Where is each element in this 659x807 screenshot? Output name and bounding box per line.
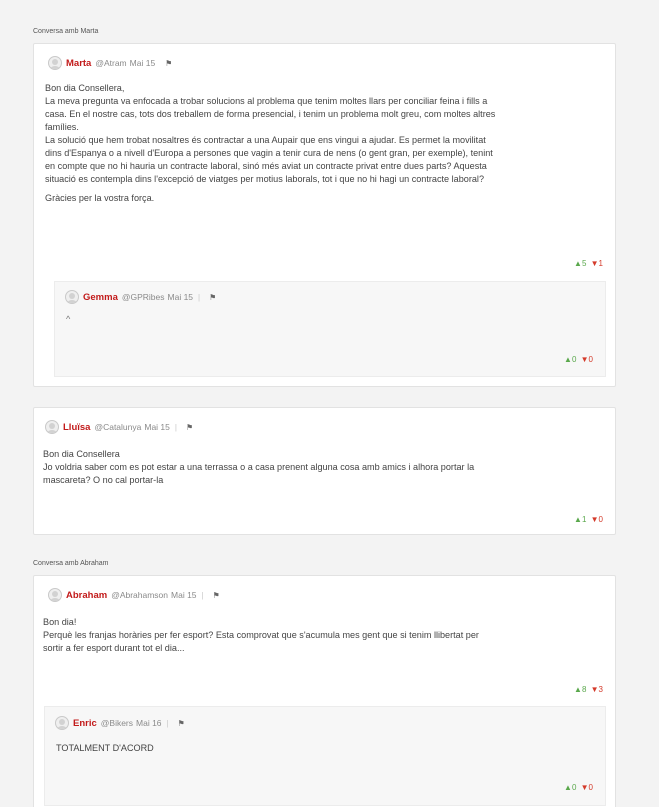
comment-line: La solució que hem trobat nosaltres és c… [45, 135, 486, 145]
comment-date: Mai 15 [144, 422, 170, 432]
comment-header: Lluïsa @Catalunya Mai 15 | ⚑ [45, 420, 193, 434]
comments-page: Conversa amb Marta Marta @Atram Mai 15 ⚑… [0, 0, 659, 807]
upvote-icon[interactable]: ▲ [574, 259, 582, 268]
comment-line: dins d'Espanya o a nivell d'Europa a per… [45, 148, 493, 158]
comment-body: TOTALMENT D'ACORD [56, 743, 154, 753]
comment-closing: Gràcies per la vostra força. [45, 193, 155, 203]
downvote-icon[interactable]: ▼ [581, 783, 589, 792]
author-link[interactable]: Marta [66, 58, 91, 69]
comment-line: mascareta? O no cal portar-la [43, 475, 164, 485]
user-handle: @GPRibes [121, 292, 165, 302]
comment-line: Bon dia! [43, 617, 77, 627]
author-link[interactable]: Abraham [66, 590, 107, 601]
comment-date: Mai 15 [167, 292, 194, 302]
vote-controls: ▲1 ▼0 [574, 515, 603, 524]
downvote-icon[interactable]: ▼ [581, 355, 589, 364]
comment-card-marta: Marta @Atram Mai 15 ⚑ Bon dia Consellera… [33, 43, 616, 387]
separator: | [166, 718, 169, 728]
comment-line: Bon dia Consellera, [45, 83, 125, 93]
comment-body: Bon dia Consellera Jo voldria saber com … [43, 448, 474, 487]
reply-card-gemma: Gemma @GPRibes Mai 15 | ⚑ ^ ▲0 ▼0 [54, 281, 606, 377]
downvote-icon[interactable]: ▼ [591, 515, 599, 524]
comment-body: Bon dia! Perquè les franjas horàries per… [43, 616, 479, 655]
upvote-count: 8 [581, 685, 587, 694]
comment-line: en compte que no hi hauria un contracte … [45, 161, 487, 171]
comment-line: famílies. [45, 122, 79, 132]
separator: | [174, 422, 177, 432]
comment-body: ^ [66, 314, 71, 324]
comment-line: Bon dia Consellera [43, 449, 120, 459]
comment-date: Mai 15 [171, 590, 197, 600]
upvote-count: 1 [581, 515, 587, 524]
avatar-icon [55, 716, 69, 730]
comment-header: Abraham @Abrahamson Mai 15 | ⚑ [48, 588, 220, 602]
author-link[interactable]: Lluïsa [63, 422, 90, 433]
flag-icon[interactable]: ⚑ [209, 293, 216, 302]
upvote-count: 0 [571, 783, 577, 792]
flag-icon[interactable]: ⚑ [165, 59, 172, 68]
downvote-count: 1 [598, 259, 603, 268]
comment-header: Gemma @GPRibes Mai 15 | ⚑ [65, 290, 216, 304]
downvote-count: 0 [588, 355, 593, 364]
vote-controls: ▲5 ▼1 [574, 259, 603, 268]
flag-icon[interactable]: ⚑ [178, 719, 185, 728]
comment-line: casa. En el nostre cas, tots dos treball… [45, 109, 496, 119]
comment-line: Perquè les franjas horàries per fer espo… [43, 630, 479, 640]
vote-controls: ▲0 ▼0 [564, 783, 593, 792]
downvote-icon[interactable]: ▼ [591, 259, 599, 268]
avatar-icon [45, 420, 59, 434]
comment-line: Jo voldria saber com es pot estar a una … [43, 462, 475, 472]
user-handle: @Abrahamson [111, 590, 169, 600]
comment-line: situació es contempla dins l'excepció de… [45, 174, 484, 184]
comment-line: La meva pregunta va enfocada a trobar so… [45, 96, 488, 106]
downvote-count: 0 [588, 783, 593, 792]
downvote-count: 3 [598, 685, 603, 694]
avatar-icon [65, 290, 79, 304]
flag-icon[interactable]: ⚑ [213, 591, 220, 600]
comment-date: Mai 15 [129, 58, 156, 68]
comment-header: Marta @Atram Mai 15 ⚑ [48, 56, 172, 70]
downvote-count: 0 [598, 515, 603, 524]
upvote-icon[interactable]: ▲ [564, 783, 572, 792]
user-handle: @Atram [95, 58, 127, 68]
vote-controls: ▲8 ▼3 [574, 685, 603, 694]
avatar-icon [48, 588, 62, 602]
separator: | [198, 292, 201, 302]
comment-line: sortir a fer esport durant tot el dia... [43, 643, 185, 653]
vote-controls: ▲0 ▼0 [564, 355, 593, 364]
upvote-count: 5 [581, 259, 587, 268]
reply-card-enric: Enric @Bikers Mai 16 | ⚑ TOTALMENT D'ACO… [44, 706, 606, 806]
comment-card-lluisa: Lluïsa @Catalunya Mai 15 | ⚑ Bon dia Con… [33, 407, 616, 535]
upvote-icon[interactable]: ▲ [564, 355, 572, 364]
comment-body: Bon dia Consellera, La meva pregunta va … [45, 82, 495, 205]
conversation-label: Conversa amb Abraham [33, 560, 109, 567]
flag-icon[interactable]: ⚑ [186, 423, 193, 432]
comment-card-abraham: Abraham @Abrahamson Mai 15 | ⚑ Bon dia! … [33, 575, 616, 807]
upvote-icon[interactable]: ▲ [574, 685, 582, 694]
upvote-count: 0 [571, 355, 577, 364]
author-link[interactable]: Gemma [83, 292, 118, 303]
comment-header: Enric @Bikers Mai 16 | ⚑ [55, 716, 185, 730]
author-link[interactable]: Enric [73, 718, 97, 729]
separator: | [201, 590, 204, 600]
conversation-label: Conversa amb Marta [33, 28, 99, 35]
downvote-icon[interactable]: ▼ [591, 685, 599, 694]
comment-date: Mai 16 [136, 718, 162, 728]
avatar-icon [48, 56, 62, 70]
upvote-icon[interactable]: ▲ [574, 515, 582, 524]
user-handle: @Bikers [100, 718, 134, 728]
user-handle: @Catalunya [94, 422, 142, 432]
